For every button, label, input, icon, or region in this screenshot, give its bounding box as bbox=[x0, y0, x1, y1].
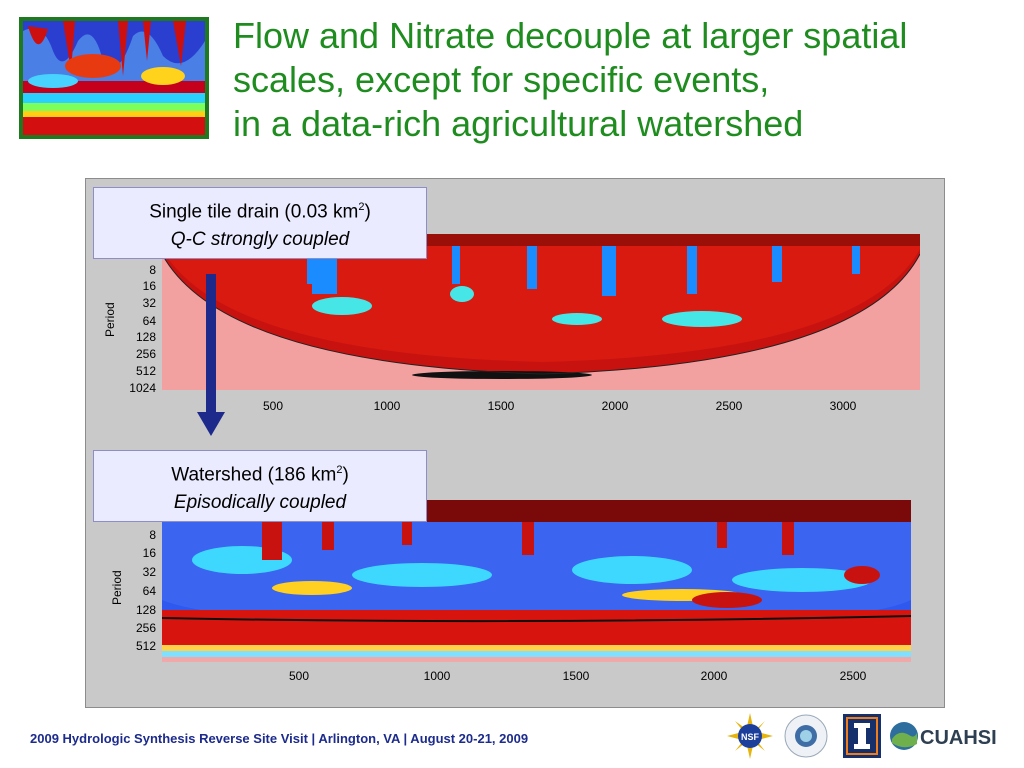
nsf-logo-icon: NSF bbox=[727, 713, 773, 759]
title-line-3: in a data-rich agricultural watershed bbox=[233, 103, 804, 144]
bottom-label-line1: Watershed (186 km bbox=[171, 464, 337, 486]
bottom-ytick: 512 bbox=[135, 639, 156, 653]
bottom-ytick: 8 bbox=[149, 528, 156, 542]
top-label-close: ) bbox=[364, 201, 371, 223]
title-line-2: scales, except for specific events, bbox=[233, 59, 770, 100]
top-ytick: 128 bbox=[135, 330, 156, 344]
top-xtick: 1000 bbox=[373, 399, 401, 413]
bottom-ytick: 128 bbox=[135, 603, 156, 617]
top-xtick: 3000 bbox=[829, 399, 857, 413]
top-ytick: 256 bbox=[135, 347, 156, 361]
hydrologic-synthesis-logo-icon bbox=[781, 713, 831, 759]
cuahsi-logo: CUAHSI bbox=[889, 719, 999, 753]
bottom-label-close: ) bbox=[342, 464, 349, 486]
bottom-ylabel: Period bbox=[110, 570, 124, 605]
bottom-xtick: 1500 bbox=[562, 669, 590, 683]
bottom-label-line2: Episodically coupled bbox=[173, 492, 347, 514]
bottom-ytick: 16 bbox=[142, 546, 156, 560]
down-arrow-icon bbox=[197, 412, 225, 436]
title-line-1: Flow and Nitrate decouple at larger spat… bbox=[233, 15, 908, 56]
top-xtick: 500 bbox=[262, 399, 284, 413]
bottom-xtick: 500 bbox=[288, 669, 310, 683]
wavelet-thumbnail-image bbox=[19, 17, 209, 139]
bottom-ytick: 256 bbox=[135, 621, 156, 635]
top-plot-label: Single tile drain (0.03 km2) Q-C strongl… bbox=[93, 187, 427, 259]
down-arrow-shaft bbox=[206, 274, 216, 414]
illinois-logo-icon bbox=[843, 714, 881, 758]
bottom-wavelet-plot bbox=[162, 500, 911, 662]
top-xtick: 2500 bbox=[715, 399, 743, 413]
top-ytick: 32 bbox=[142, 296, 156, 310]
top-label-line1: Single tile drain (0.03 km bbox=[149, 201, 359, 223]
top-ytick: 8 bbox=[149, 263, 156, 277]
bottom-xtick: 2000 bbox=[700, 669, 728, 683]
top-ytick: 1024 bbox=[129, 381, 156, 395]
nsf-logo-text: NSF bbox=[741, 732, 760, 742]
top-ytick: 64 bbox=[142, 314, 156, 328]
bottom-xtick: 2500 bbox=[839, 669, 867, 683]
top-xtick: 1500 bbox=[487, 399, 515, 413]
top-ytick: 512 bbox=[135, 364, 156, 378]
bottom-plot-label: Watershed (186 km2) Episodically coupled bbox=[93, 450, 427, 522]
footer-text: 2009 Hydrologic Synthesis Reverse Site V… bbox=[30, 731, 529, 746]
top-label-line2: Q-C strongly coupled bbox=[170, 229, 350, 251]
slide-title: Flow and Nitrate decouple at larger spat… bbox=[233, 14, 1013, 146]
top-ytick: 16 bbox=[142, 279, 156, 293]
top-xtick: 2000 bbox=[601, 399, 629, 413]
top-ylabel: Period bbox=[103, 302, 117, 337]
bottom-xtick: 1000 bbox=[423, 669, 451, 683]
cuahsi-logo-text: CUAHSI bbox=[920, 727, 997, 749]
